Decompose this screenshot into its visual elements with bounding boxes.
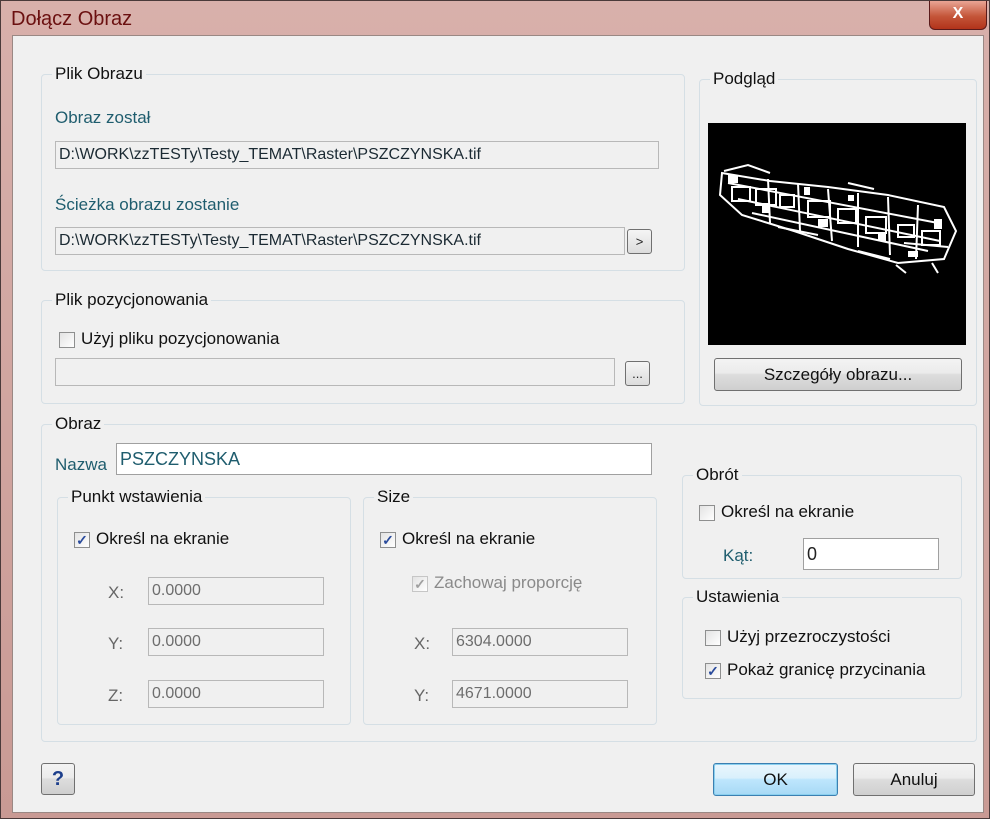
transparency-checkbox[interactable] [705, 630, 721, 646]
ellipsis-icon: ... [632, 366, 643, 381]
found-at-label: Obraz został [55, 108, 151, 127]
title-bar[interactable]: Dołącz Obraz X [1, 1, 989, 35]
path-options-button[interactable]: > [627, 229, 652, 254]
insertion-x-field: 0.0000 [148, 577, 324, 605]
image-file-group: Plik Obrazu Obraz został D:\WORK\zzTESTy… [41, 64, 685, 271]
world-file-legend: Plik pozycjonowania [52, 290, 212, 310]
image-legend: Obraz [52, 414, 105, 434]
angle-label: Kąt: [723, 546, 754, 565]
world-file-group: Plik pozycjonowania Użyj pliku pozycjono… [41, 290, 685, 404]
transparency-label: Użyj przezroczystości [727, 627, 891, 646]
insertion-onscreen-label: Określ na ekranie [96, 529, 230, 548]
dialog-window: Dołącz Obraz X Plik Obrazu Obraz został … [0, 0, 990, 819]
use-world-file-label: Użyj pliku pozycjonowania [81, 329, 280, 348]
cancel-button[interactable]: Anuluj [853, 763, 975, 796]
rotation-group: Obrót Określ na ekranie Kąt: 0 [682, 465, 962, 579]
size-y-field: 4671.0000 [452, 680, 628, 708]
found-at-field: D:\WORK\zzTESTy\Testy_TEMAT\Raster\PSZCZ… [55, 141, 659, 169]
world-file-path-field [55, 358, 615, 386]
insertion-y-label: Y: [108, 634, 124, 653]
size-x-field: 6304.0000 [452, 628, 628, 656]
image-group: Obraz Nazwa PSZCZYNSKA Punkt wstawienia … [41, 414, 977, 742]
show-clip-frame-label: Pokaż granicę przycinania [727, 660, 926, 679]
insertion-onscreen-checkbox[interactable]: ✓ [74, 532, 90, 548]
dialog-client-area: Plik Obrazu Obraz został D:\WORK\zzTESTy… [12, 35, 984, 813]
name-label: Nazwa [55, 455, 107, 474]
raster-preview-graphic [718, 163, 958, 274]
image-name-input[interactable]: PSZCZYNSKA [116, 443, 652, 475]
preview-group: Podgląd Szczegóły obrazu... [699, 69, 977, 406]
image-file-legend: Plik Obrazu [52, 64, 146, 84]
keep-ratio-checkbox[interactable]: ✓ [412, 576, 428, 592]
settings-group: Ustawienia Użyj przezroczystości ✓ Pokaż… [682, 587, 962, 699]
rotation-legend: Obrót [693, 465, 742, 485]
insertion-point-group: Punkt wstawienia ✓ Określ na ekranie X: … [57, 487, 351, 725]
insertion-z-label: Z: [108, 686, 124, 705]
size-onscreen-label: Określ na ekranie [402, 529, 536, 548]
ok-label: OK [763, 770, 788, 789]
ok-button[interactable]: OK [713, 763, 838, 796]
angle-input[interactable]: 0 [803, 538, 939, 570]
show-clip-frame-checkbox[interactable]: ✓ [705, 663, 721, 679]
settings-legend: Ustawienia [693, 587, 783, 607]
insertion-z-field: 0.0000 [148, 680, 324, 708]
help-button[interactable]: ? [41, 763, 75, 795]
rotation-onscreen-label: Określ na ekranie [721, 502, 855, 521]
size-y-label: Y: [414, 686, 430, 705]
image-details-label: Szczegóły obrazu... [763, 365, 913, 384]
preview-legend: Podgląd [710, 69, 779, 89]
close-icon: X [952, 5, 964, 22]
use-world-file-checkbox[interactable] [59, 332, 75, 348]
image-details-button[interactable]: Szczegóły obrazu... [714, 358, 962, 391]
size-x-label: X: [414, 634, 431, 653]
insertion-y-field: 0.0000 [148, 628, 324, 656]
saved-path-field: D:\WORK\zzTESTy\Testy_TEMAT\Raster\PSZCZ… [55, 227, 625, 255]
size-onscreen-checkbox[interactable]: ✓ [380, 532, 396, 548]
window-title: Dołącz Obraz [11, 8, 133, 30]
preview-image [708, 123, 966, 345]
keep-ratio-label: Zachowaj proporcję [434, 573, 583, 592]
rotation-onscreen-checkbox[interactable] [699, 505, 715, 521]
cancel-label: Anuluj [890, 770, 938, 789]
chevron-right-icon: > [635, 234, 644, 249]
insertion-x-label: X: [108, 583, 125, 602]
insertion-point-legend: Punkt wstawienia [68, 487, 206, 507]
close-button[interactable]: X [929, 1, 987, 30]
size-group: Size ✓ Określ na ekranie ✓ Zachowaj prop… [363, 487, 657, 725]
browse-world-file-button[interactable]: ... [625, 361, 650, 386]
help-icon: ? [51, 768, 65, 790]
size-legend: Size [374, 487, 414, 507]
saved-path-label: Ścieżka obrazu zostanie [55, 195, 240, 214]
